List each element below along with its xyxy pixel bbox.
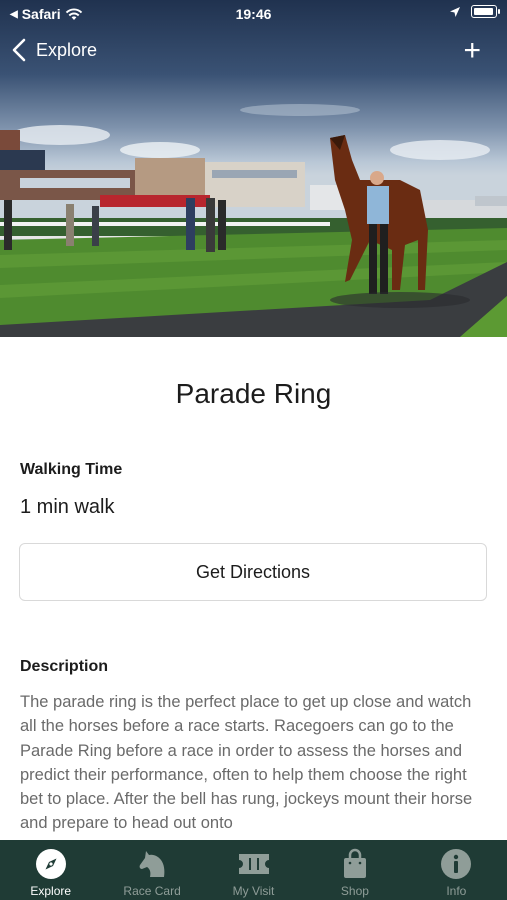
walking-time-label: Walking Time	[20, 461, 123, 478]
status-bar: ◀ Safari 19:46	[0, 0, 507, 28]
tab-bar: Explore Race Card My Visit Shop Info	[0, 840, 507, 900]
description-text: The parade ring is the perfect place to …	[20, 693, 473, 833]
back-label: Explore	[36, 39, 98, 60]
tab-label: Shop	[340, 884, 369, 898]
tab-label: Info	[446, 884, 467, 898]
location-arrow-icon	[450, 6, 460, 17]
tab-race-card[interactable]: Race Card	[101, 840, 202, 900]
tab-explore[interactable]: Explore	[0, 840, 101, 900]
back-button[interactable]: Explore	[12, 38, 97, 62]
compass-icon	[34, 847, 68, 881]
info-icon	[439, 847, 473, 881]
tab-info[interactable]: Info	[406, 840, 507, 900]
tab-shop[interactable]: Shop	[304, 840, 405, 900]
shopping-bag-icon	[338, 847, 372, 881]
get-directions-button[interactable]: Get Directions	[19, 543, 487, 601]
tab-label: Explore	[30, 884, 72, 898]
battery-icon	[471, 5, 500, 18]
horse-head-icon	[135, 847, 169, 881]
chevron-left-icon	[12, 38, 26, 62]
tab-label: My Visit	[232, 884, 275, 898]
ticket-icon	[237, 847, 271, 881]
navigation-bar: Explore +	[0, 30, 507, 76]
add-button[interactable]: +	[463, 36, 481, 66]
page-title: Parade Ring	[175, 378, 332, 409]
description-label: Description	[20, 658, 109, 675]
tab-my-visit[interactable]: My Visit	[203, 840, 304, 900]
walking-time-value: 1 min walk	[20, 496, 115, 518]
clock: 19:46	[235, 6, 272, 22]
tab-label: Race Card	[123, 884, 181, 898]
